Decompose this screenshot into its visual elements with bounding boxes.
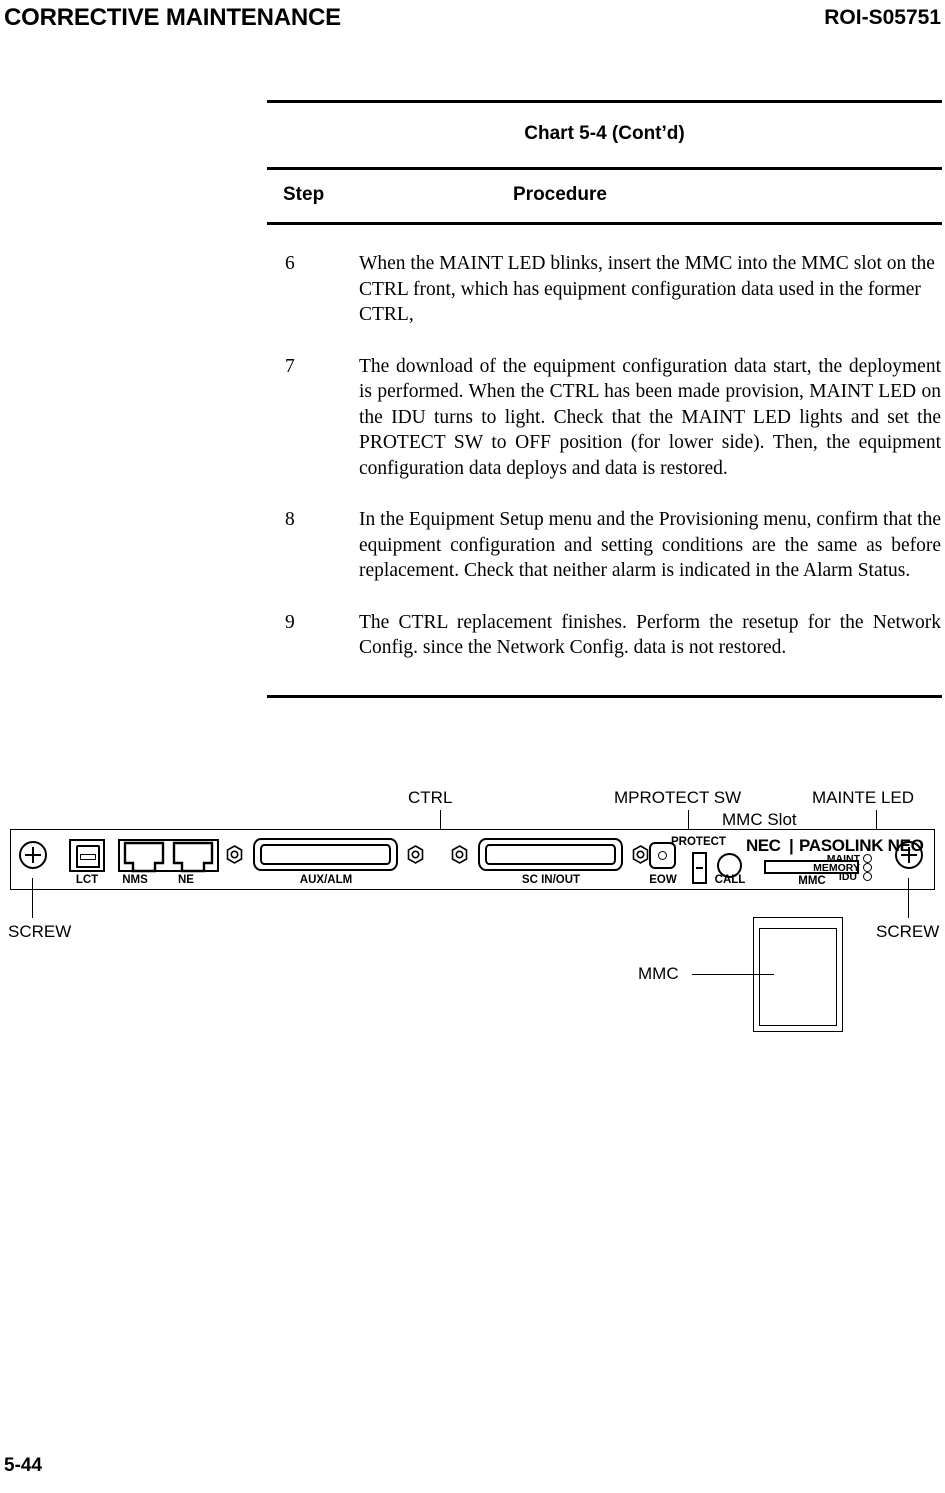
port-label-aux-alm: AUX/ALM	[299, 874, 353, 886]
running-head: CORRECTIVE MAINTENANCE ROI-S05751	[0, 4, 945, 38]
running-head-title: CORRECTIVE MAINTENANCE	[4, 4, 341, 31]
table-row: 9 The CTRL replacement finishes. Perform…	[267, 610, 942, 661]
callout-protect-sw: MPROTECT SW	[614, 788, 742, 807]
column-header-procedure: Procedure	[513, 184, 607, 205]
step-number: 6	[285, 253, 295, 274]
maint-led-icon	[863, 854, 872, 863]
table-row: 8 In the Equipment Setup menu and the Pr…	[267, 507, 942, 584]
chart-steps-body: 6 When the MAINT LED blinks, insert the …	[267, 225, 942, 695]
memory-led-icon	[863, 863, 872, 872]
sc-jackscrew-right-icon	[632, 845, 649, 864]
idu-led-icon	[863, 872, 872, 881]
step-text: When the MAINT LED blinks, insert the MM…	[359, 253, 935, 325]
sc-jackscrew-left-icon	[451, 845, 468, 864]
nms-port-icon	[123, 841, 165, 873]
step-text: The CTRL replacement finishes. Perform t…	[359, 611, 941, 659]
aux-alm-connector	[253, 838, 398, 871]
leader-line-screw-right	[908, 878, 910, 918]
step-number: 9	[285, 611, 295, 633]
table-row: 7 The download of the equipment configur…	[267, 354, 942, 482]
step-text: The download of the equipment configurat…	[359, 355, 941, 479]
port-label-call: CALL	[714, 874, 746, 886]
lct-port	[69, 839, 105, 872]
port-label-protect: PROTECT	[671, 836, 726, 848]
callout-mmc-card: MMC	[638, 964, 679, 983]
aux-alm-jackscrew-right-icon	[407, 845, 424, 864]
mmc-card-inner-outline	[759, 928, 837, 1026]
step-number: 8	[285, 509, 295, 530]
protect-switch-knob[interactable]	[696, 867, 703, 882]
port-label-ne: NE	[178, 874, 194, 886]
leader-line-screw-left	[32, 878, 34, 918]
sc-in-out-connector-cavity	[485, 844, 616, 865]
idu-front-panel: LCT NMS NE AUX/ALM SC IN/OUT EOW PROTECT…	[10, 829, 935, 890]
aux-alm-connector-cavity	[260, 844, 391, 865]
leader-line-mmc-card	[692, 974, 774, 976]
column-header-step: Step	[283, 184, 325, 205]
brand-nec: NEC	[746, 836, 781, 855]
screw-right-icon	[895, 841, 923, 869]
chart-column-headers: Step Procedure	[267, 170, 942, 222]
document-id: ROI-S05751	[824, 6, 941, 29]
aux-alm-jackscrew-left-icon	[226, 845, 243, 864]
table-row: 6 When the MAINT LED blinks, insert the …	[267, 251, 942, 328]
rj45-group	[118, 839, 219, 873]
sc-in-out-connector	[478, 838, 623, 871]
port-label-sc-in-out: SC IN/OUT	[521, 874, 581, 886]
callout-ctrl: CTRL	[408, 788, 453, 807]
eow-jack-center	[658, 851, 667, 860]
port-label-lct: LCT	[75, 874, 99, 886]
callout-mmc-slot: MMC Slot	[722, 810, 797, 829]
chart-block: Chart 5-4 (Cont’d) Step Procedure 6 When…	[267, 100, 942, 698]
step-text: In the Equipment Setup menu and the Prov…	[359, 509, 941, 581]
port-label-eow: EOW	[649, 874, 677, 886]
port-label-nms: NMS	[122, 874, 148, 886]
lct-port-slot	[80, 854, 96, 860]
callout-screw-left: SCREW	[8, 922, 72, 941]
screw-left-icon	[19, 841, 47, 869]
ne-port-icon	[172, 841, 214, 873]
led-label-idu: IDU	[838, 871, 857, 883]
chart-bottom-rule	[267, 694, 942, 698]
step-number: 7	[285, 355, 295, 377]
callout-screw-right: SCREW	[876, 922, 940, 941]
callout-mainte-led: MAINTE LED	[812, 788, 915, 807]
idu-front-panel-figure: CTRL MPROTECT SW MMC Slot MAINTE LED LCT…	[0, 780, 945, 1060]
page-number: 5-44	[4, 1455, 43, 1476]
chart-title: Chart 5-4 (Cont’d)	[524, 123, 685, 144]
